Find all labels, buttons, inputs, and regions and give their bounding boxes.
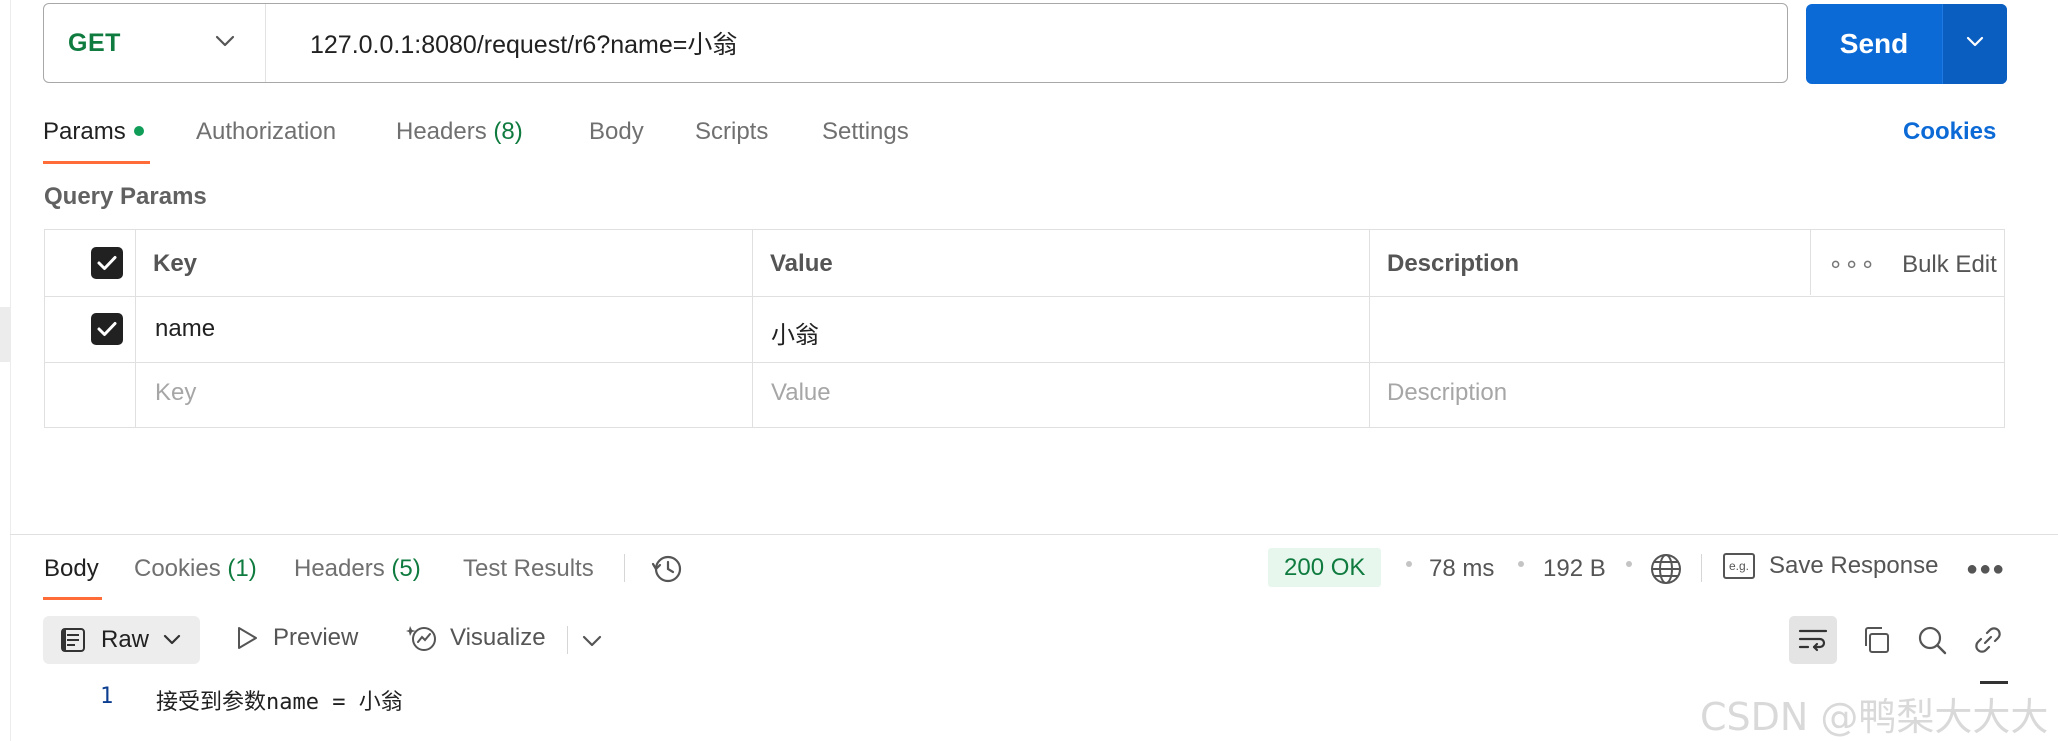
tab-body[interactable]: Body — [589, 118, 644, 146]
response-tab-cookies[interactable]: Cookies (1) — [134, 555, 257, 583]
method-label: GET — [68, 28, 121, 57]
example-icon: e.g. — [1723, 553, 1755, 579]
divider — [567, 626, 568, 654]
divider — [624, 554, 625, 582]
separator-dot — [1626, 561, 1632, 567]
response-size[interactable]: 192 B — [1543, 555, 1606, 583]
side-border — [10, 0, 11, 741]
row-checkbox[interactable] — [91, 313, 123, 345]
column-value: Value — [770, 250, 833, 277]
send-button[interactable]: Send — [1806, 4, 1942, 84]
divider — [1701, 554, 1702, 582]
send-button-group: Send — [1806, 4, 2007, 84]
play-icon — [235, 625, 259, 651]
visualize-icon — [406, 622, 438, 654]
new-value-input[interactable]: Value — [771, 379, 831, 407]
tab-indicator — [43, 161, 150, 164]
select-all-checkbox[interactable] — [91, 247, 123, 279]
param-key-cell[interactable]: name — [155, 315, 215, 343]
response-tab-test-results[interactable]: Test Results — [463, 555, 594, 583]
tab-label: Params — [43, 118, 126, 145]
document-icon — [59, 626, 87, 654]
bulk-edit-button[interactable]: ∘∘∘ Bulk Edit — [1828, 250, 1997, 279]
response-tab-headers[interactable]: Headers (5) — [294, 555, 421, 583]
wrap-icon — [1798, 627, 1828, 653]
history-icon[interactable] — [650, 552, 684, 591]
chevron-down-icon — [163, 634, 181, 646]
send-options-button[interactable] — [1942, 4, 2007, 84]
tab-headers[interactable]: Headers (8) — [396, 118, 523, 146]
visualize-button[interactable]: Visualize — [406, 622, 546, 654]
separator-dot — [1518, 561, 1524, 567]
wrap-lines-button[interactable] — [1789, 616, 1837, 664]
column-key: Key — [153, 250, 198, 277]
response-tab-body[interactable]: Body — [44, 555, 99, 583]
separator-dot — [1406, 561, 1412, 567]
column-description: Description — [1387, 250, 1520, 277]
globe-icon[interactable] — [1649, 552, 1683, 591]
more-options-icon[interactable]: ●●● — [1966, 558, 2005, 581]
response-headers-count: (5) — [391, 555, 421, 582]
format-select[interactable]: Raw — [43, 616, 200, 664]
query-params-table: Key Value Description ∘∘∘ Bulk Edit name … — [44, 229, 2005, 428]
tab-label: Headers — [396, 118, 487, 145]
response-body-line[interactable]: 接受到参数name = 小翁 — [156, 684, 403, 716]
scrollbar-marker — [1980, 681, 2008, 684]
status-badge[interactable]: 200 OK — [1268, 548, 1382, 587]
tab-authorization[interactable]: Authorization — [196, 118, 336, 146]
left-panel-edge — [0, 307, 10, 362]
copy-icon[interactable] — [1860, 624, 1892, 661]
tab-settings[interactable]: Settings — [822, 118, 909, 146]
params-active-dot — [133, 125, 144, 136]
request-bar: GET 127.0.0.1:8080/request/r6?name=小翁 — [43, 3, 1788, 83]
link-icon[interactable] — [1972, 624, 2004, 661]
visualize-label: Visualize — [450, 624, 546, 651]
new-description-input[interactable]: Description — [1387, 379, 1507, 407]
format-label: Raw — [101, 626, 150, 653]
preview-button[interactable]: Preview — [235, 624, 358, 652]
preview-label: Preview — [273, 624, 359, 651]
headers-count: (8) — [493, 118, 523, 145]
cookies-count: (1) — [227, 555, 257, 582]
method-select[interactable]: GET — [44, 4, 266, 82]
query-params-title: Query Params — [44, 183, 207, 210]
line-number: 1 — [100, 684, 114, 709]
bulk-edit-label: Bulk Edit — [1902, 251, 1997, 278]
url-input[interactable]: 127.0.0.1:8080/request/r6?name=小翁 — [266, 25, 737, 61]
tab-label: Headers — [294, 555, 385, 582]
tab-scripts[interactable]: Scripts — [695, 118, 768, 146]
search-icon[interactable] — [1916, 624, 1948, 661]
chevron-down-icon — [1965, 35, 1985, 53]
response-divider[interactable] — [10, 534, 2058, 535]
response-time[interactable]: 78 ms — [1429, 555, 1494, 583]
save-response-label: Save Response — [1769, 552, 1939, 579]
response-tab-indicator — [43, 597, 102, 600]
tab-params[interactable]: Params — [43, 118, 144, 146]
cookies-link[interactable]: Cookies — [1903, 118, 1996, 146]
param-value-cell[interactable]: 小翁 — [771, 315, 819, 350]
save-response-button[interactable]: e.g. Save Response — [1723, 552, 1938, 580]
chevron-down-icon — [215, 34, 235, 52]
watermark: CSDN @鸭梨大大大 — [1700, 695, 2049, 739]
new-key-input[interactable]: Key — [155, 379, 196, 407]
chevron-down-icon[interactable] — [582, 634, 602, 652]
tab-label: Cookies — [134, 555, 221, 582]
more-icon: ∘∘∘ — [1828, 251, 1877, 278]
